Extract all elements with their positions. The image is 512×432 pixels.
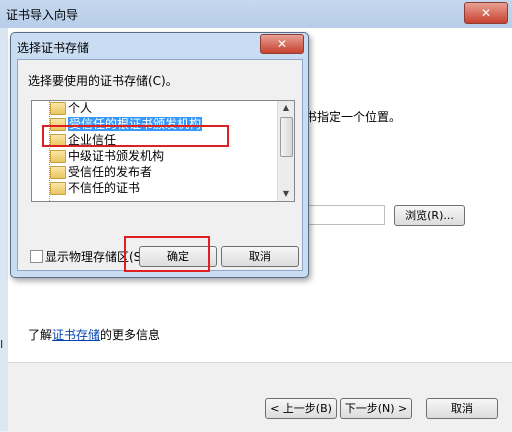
dialog-close-icon[interactable]: ✕ <box>260 34 304 54</box>
tree-item-label: 不信任的证书 <box>68 181 141 195</box>
wizard-cancel-button[interactable]: 取消 <box>426 398 498 419</box>
store-path-field[interactable] <box>305 205 385 225</box>
tree-item-label: 受信任的发布者 <box>68 165 153 179</box>
browse-button[interactable]: 浏览(R)... <box>394 205 465 226</box>
tree-item-untrusted[interactable]: 不信任的证书 <box>49 180 141 196</box>
tree-scrollbar[interactable]: ▲ ▼ <box>277 101 294 201</box>
wizard-button-bar <box>8 362 512 432</box>
folder-icon <box>50 182 66 195</box>
ok-highlight-box <box>124 236 210 272</box>
dialog-cancel-button[interactable]: 取消 <box>221 246 299 267</box>
edge-character: I <box>0 338 4 351</box>
back-button[interactable]: < 上一步(B) <box>265 398 337 419</box>
wizard-title: 证书导入向导 <box>6 8 79 22</box>
folder-icon <box>50 166 66 179</box>
scroll-up-icon[interactable]: ▲ <box>278 101 294 115</box>
next-button[interactable]: 下一步(N) > <box>340 398 412 419</box>
dialog-prompt: 选择要使用的证书存储(C)。 <box>28 74 178 88</box>
store-tree[interactable]: 个人 受信任的根证书颁发机构 企业信任 中级证书颁发机构 受信任的发布者 不信任… <box>31 100 295 202</box>
tree-item-intermediate-ca[interactable]: 中级证书颁发机构 <box>49 148 165 164</box>
more-info-suffix: 的更多信息 <box>100 328 161 342</box>
tree-item-personal[interactable]: 个人 <box>49 100 93 116</box>
selection-highlight-box <box>42 125 229 147</box>
tree-item-label: 个人 <box>68 101 93 115</box>
wizard-titlebar: 证书导入向导 ✕ <box>0 0 512 28</box>
folder-icon <box>50 150 66 163</box>
scroll-down-icon[interactable]: ▼ <box>278 187 294 201</box>
more-info-text: 了解证书存储的更多信息 <box>28 326 160 343</box>
tree-item-trusted-publishers[interactable]: 受信任的发布者 <box>49 164 153 180</box>
certificate-store-link[interactable]: 证书存储 <box>52 328 100 342</box>
dialog-title: 选择证书存储 <box>17 41 90 55</box>
wizard-description: 书指定一个位置。 <box>305 110 402 124</box>
wizard-close-icon[interactable]: ✕ <box>464 2 508 24</box>
tree-item-label: 中级证书颁发机构 <box>68 149 165 163</box>
folder-icon <box>50 102 66 115</box>
more-info-prefix: 了解 <box>28 328 53 342</box>
show-physical-checkbox[interactable] <box>30 250 43 263</box>
scroll-thumb[interactable] <box>280 117 293 157</box>
